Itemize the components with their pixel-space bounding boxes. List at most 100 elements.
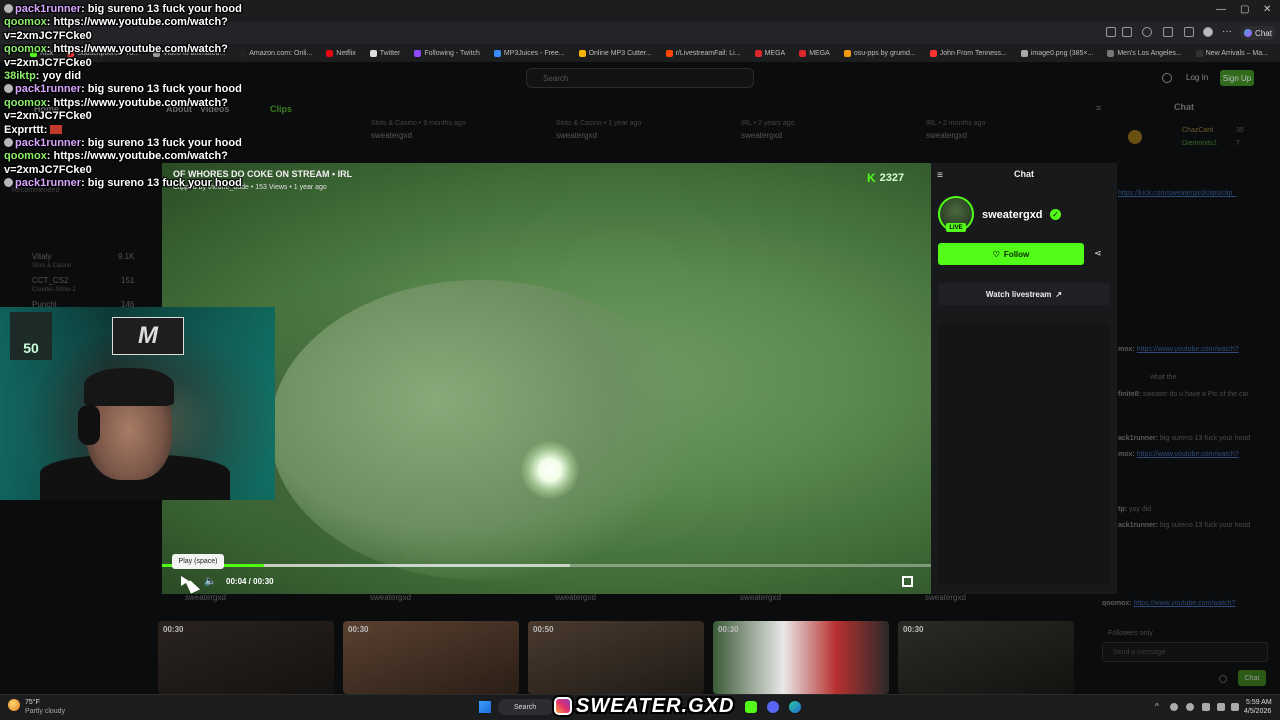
gifter-count: 35 (1236, 127, 1244, 134)
more-options-icon[interactable]: ··· (1222, 26, 1232, 37)
speaker-icon[interactable] (1231, 703, 1239, 711)
share-icon[interactable]: ⋖ (1094, 248, 1102, 259)
chat-username[interactable]: finite8: (1118, 391, 1141, 398)
bookmark-item[interactable]: Following - Twitch (414, 50, 480, 57)
chat-username[interactable]: ack1runner: (1118, 522, 1158, 529)
bookmark-item[interactable]: Netflix (326, 50, 355, 57)
edge-browser-icon[interactable] (789, 701, 801, 713)
chat-username[interactable]: ack1runner: (1118, 435, 1158, 442)
taskbar-search[interactable]: Search (498, 699, 554, 715)
chat-link[interactable]: https://www.youtube.com/watch? (1137, 346, 1239, 353)
clip-meta: IRL • 2 months ago (926, 120, 986, 127)
sidebar-viewer-count: 151 (121, 276, 135, 285)
weather-icon[interactable] (8, 699, 20, 711)
bookmark-item[interactable]: MP3Juices - Free... (494, 50, 565, 57)
tray-overflow-icon[interactable]: ^ (1155, 702, 1159, 711)
profile-avatar[interactable] (1203, 27, 1213, 37)
background-chat-line: https://kick.com/sweatergxd/clips/clip_ (1118, 190, 1236, 197)
clip-thumbnail[interactable] (158, 621, 334, 694)
language-globe-icon[interactable] (1162, 73, 1172, 83)
search-input[interactable]: Search (526, 68, 754, 88)
clip-channel-name[interactable]: sweatergxd (925, 593, 966, 602)
discord-icon[interactable] (767, 701, 779, 713)
send-chat-button[interactable]: Chat (1238, 670, 1266, 686)
overlay-chat-line: qoomox: https://www.youtube.com/watch?v=… (4, 16, 228, 42)
brand-text: SWEATER.GXD (576, 694, 735, 717)
chat-menu-icon[interactable]: ≡ (937, 170, 943, 181)
clip-channel-name[interactable]: sweatergxd (741, 131, 782, 140)
bookmark-item[interactable]: New Arrivals – Ma... (1196, 50, 1268, 57)
tray-app-icon[interactable] (1186, 703, 1194, 711)
chat-username[interactable]: mox: (1118, 451, 1135, 458)
chat-username: 38iktp (4, 70, 36, 83)
clip-thumbnail[interactable] (528, 621, 704, 694)
sweater-gxd-watermark: SWEATER.GXD (554, 694, 734, 718)
tray-app-icon[interactable] (1170, 703, 1178, 711)
maximize-icon[interactable]: ▢ (1240, 4, 1249, 15)
overlay-chat-line: pack1runner: big sureno 13 fuck your hoo… (4, 3, 304, 16)
clock-time[interactable]: 5:59 AM (1246, 699, 1272, 706)
favorites-icon[interactable] (1184, 27, 1194, 37)
bookmark-item[interactable]: r/LivestreamFail: Li... (666, 50, 741, 57)
video-time: 00:04 / 00:30 (226, 577, 274, 586)
chat-username[interactable]: mox: (1118, 346, 1135, 353)
read-aloud-icon[interactable] (1106, 27, 1116, 37)
chat-badge-icon (4, 138, 13, 148)
clip-channel-name[interactable]: sweatergxd (555, 593, 596, 602)
chat-settings-icon[interactable] (1219, 675, 1227, 683)
weather-temperature[interactable]: 75°F (25, 699, 40, 706)
background-chat-line: mox: https://www.youtube.com/watch? (1118, 346, 1239, 353)
network-icon[interactable] (1217, 703, 1225, 711)
chat-link[interactable]: https://www.youtube.com/watch? (1134, 600, 1236, 607)
sidebar-channel-category: Slots & Casino (32, 263, 72, 269)
sidebar-channel-name[interactable]: Vitaly (32, 252, 51, 261)
chat-username[interactable]: qoomox: (1102, 600, 1132, 607)
fullscreen-icon[interactable] (902, 576, 913, 587)
weather-description[interactable]: Partly cloudy (25, 708, 65, 715)
bookmark-item[interactable]: image0.png (385×... (1021, 50, 1093, 57)
close-icon[interactable]: ✕ (1263, 4, 1271, 15)
favorite-star-icon[interactable] (1122, 27, 1132, 37)
clip-thumbnail[interactable] (898, 621, 1074, 694)
clip-duration: 00:30 (903, 625, 924, 634)
chat-link[interactable]: https://kick.com/sweatergxd/clips/clip_ (1118, 190, 1236, 197)
send-message-input[interactable]: Send a message (1102, 642, 1268, 662)
clip-thumbnail[interactable] (713, 621, 889, 694)
bookmark-item[interactable]: John From Tenness... (930, 50, 1007, 57)
sidebar-viewer-count: 9.1K (118, 252, 135, 261)
streamer-name[interactable]: sweatergxd (982, 209, 1043, 221)
bookmark-item[interactable]: Twitter (370, 50, 401, 57)
sidebar-channel-name[interactable]: CCT_CS2 (32, 276, 68, 285)
volume-icon[interactable]: 🔈 (204, 576, 216, 587)
kick-app-icon[interactable] (745, 701, 757, 713)
clock-date[interactable]: 4/5/2026 (1244, 708, 1271, 715)
chat-message: big sureno 13 fuck your hood (1160, 522, 1251, 529)
clip-channel-name[interactable]: sweatergxd (371, 131, 412, 140)
collapse-chat-icon[interactable]: ≡ (1096, 103, 1101, 113)
follow-button[interactable]: ♡ Follow (938, 243, 1084, 265)
signup-button[interactable]: Sign Up (1220, 70, 1254, 86)
bookmark-item[interactable]: Online MP3 Cutter... (579, 50, 652, 57)
panel-chat-area (938, 323, 1110, 585)
clip-channel-name[interactable]: sweatergxd (556, 131, 597, 140)
clip-channel-name[interactable]: sweatergxd (740, 593, 781, 602)
minimize-icon[interactable]: — (1216, 4, 1226, 15)
bookmark-item[interactable]: MEGA (799, 50, 830, 57)
clip-meta: Slots & Casino • 1 year ago (556, 120, 642, 127)
chat-username[interactable]: tp: (1118, 506, 1127, 513)
windows-start-icon[interactable] (479, 701, 491, 713)
split-screen-icon[interactable] (1163, 27, 1173, 37)
bookmark-item[interactable]: Men's Los Angeles... (1107, 50, 1181, 57)
overlay-chat-line: 38iktp: yoy did (4, 70, 82, 83)
login-button[interactable]: Log In (1186, 73, 1208, 82)
chat-link[interactable]: https://www.youtube.com/watch? (1137, 451, 1239, 458)
background-chat-line: what the (1150, 374, 1176, 381)
copilot-chat-button[interactable]: Chat (1240, 26, 1276, 40)
bookmark-item[interactable]: MEGA (755, 50, 786, 57)
bookmark-item[interactable]: osu-pps by grumd... (844, 50, 916, 57)
clip-channel-name[interactable]: sweatergxd (926, 131, 967, 140)
refresh-icon[interactable] (1142, 27, 1152, 37)
watch-livestream-button[interactable]: Watch livestream ↗ (938, 283, 1110, 305)
tray-app-icon[interactable] (1202, 703, 1210, 711)
clip-thumbnail[interactable] (343, 621, 519, 694)
